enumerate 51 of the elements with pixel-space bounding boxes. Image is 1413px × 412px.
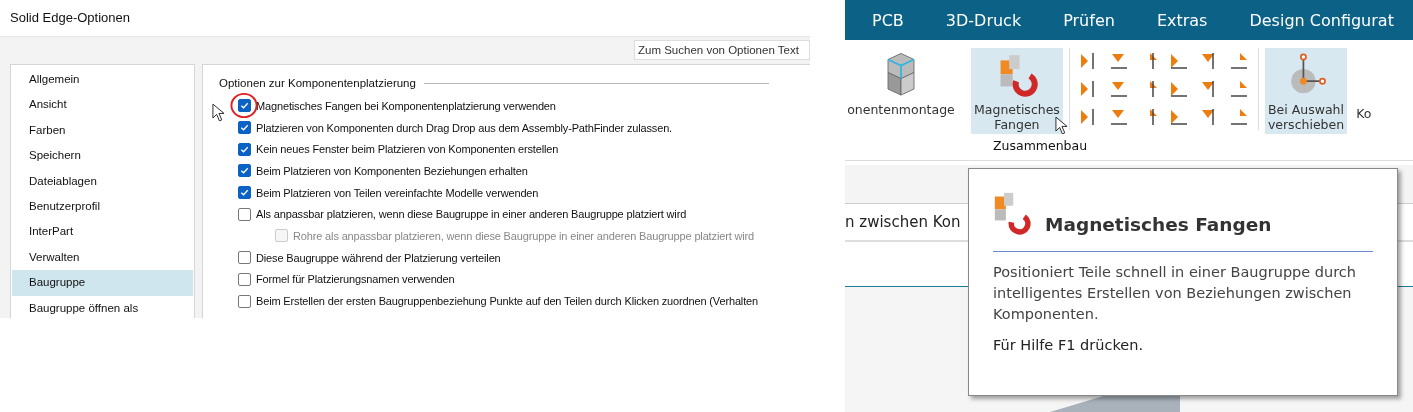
sidebar-item[interactable]: Verwalten xyxy=(12,244,193,271)
checkbox[interactable] xyxy=(238,121,251,135)
ribbon-button[interactable]: onentenmontage xyxy=(841,48,961,134)
option-label: Kein neues Fenster beim Platzieren von Komponenten erstellen xyxy=(256,143,559,156)
group-label: Zusammenbau xyxy=(993,138,1089,153)
sidebar-item[interactable]: Ansicht xyxy=(12,92,193,118)
section-title: Optionen zur Komponentenplatzierung xyxy=(219,77,416,89)
tooltip-help: Für Hilfe F1 drücken. xyxy=(993,337,1144,353)
checkmark-icon xyxy=(239,165,250,177)
checkbox[interactable] xyxy=(238,251,251,265)
ribbon-tab[interactable]: Prüfen xyxy=(1042,10,1136,30)
option-label: Rohre als anpassbar platzieren, wenn diese Baugruppe in einer anderen Baugruppe platziert wird xyxy=(293,229,755,242)
checkmark-icon xyxy=(239,122,250,134)
sidebar-item[interactable]: Farben xyxy=(12,117,193,144)
sidebar-item[interactable]: Allgemein xyxy=(12,67,193,93)
checkbox[interactable] xyxy=(238,186,251,200)
cursor-icon xyxy=(1055,116,1068,135)
sidebar-item[interactable]: Dateiablagen xyxy=(12,168,193,194)
ribbon-button[interactable]: Ko xyxy=(1353,48,1375,134)
sidebar-item[interactable]: Baugruppe öffnen als xyxy=(12,295,193,318)
ribbon-tab[interactable]: Extras xyxy=(1135,10,1229,30)
tooltip-title: Magnetisches Fangen xyxy=(1045,214,1272,237)
checkbox[interactable] xyxy=(238,294,251,308)
option-label: Formel für Platzierungsnamen verwenden xyxy=(256,273,455,286)
checkmark-icon xyxy=(239,100,250,112)
tooltip-description: Positioniert Teile schnell in einer Baugruppe durch intelligentes Erstellen von Beziehungen zwischen Komponenten. xyxy=(993,263,1358,324)
option-label: Als anpassbar platzieren, wenn diese Baugruppe in einer anderen Baugruppe platziert wird xyxy=(256,208,687,221)
option-label: Beim Erstellen der ersten Baugruppenbeziehung Punkte auf den Teilen durch Klicken zuordnen (Verhalten xyxy=(256,295,758,308)
sidebar-item[interactable]: Benutzerprofil xyxy=(12,193,193,220)
option-label: Magnetisches Fangen bei Komponentenplatzierung verwenden xyxy=(256,99,556,112)
ribbon-tab[interactable]: Design Configurat xyxy=(1228,10,1413,30)
prompt-text: n zwischen Kon xyxy=(845,213,961,231)
ribbon-tab[interactable]: PCB xyxy=(851,10,925,30)
option-label: Beim Platzieren von Komponenten Beziehungen erhalten xyxy=(256,164,528,177)
checkbox[interactable] xyxy=(238,272,251,286)
option-label: Diese Baugruppe während der Platzierung verteilen xyxy=(256,251,501,264)
search-field[interactable]: Zum Suchen von Optionen Text xyxy=(634,40,810,60)
cursor-icon xyxy=(212,103,225,123)
ribbon-button[interactable]: Bei Auswahl verschieben xyxy=(1264,48,1348,134)
window-title: Solid Edge-Optionen xyxy=(0,0,810,37)
option-label: Platzieren von Komponenten durch Drag Drop aus dem Assembly-PathFinder zulassen. xyxy=(256,121,672,134)
sidebar-item[interactable]: Baugruppe xyxy=(12,270,193,296)
checkbox[interactable] xyxy=(238,142,251,156)
sidebar-item[interactable]: Speichern xyxy=(12,143,193,169)
checkmark-icon xyxy=(239,187,250,199)
ribbon-tab[interactable]: 3D-Druck xyxy=(924,10,1043,30)
option-label: Beim Platzieren von Teilen vereinfachte Modelle verwenden xyxy=(256,186,539,199)
checkbox[interactable] xyxy=(238,207,251,221)
sidebar-item[interactable]: InterPart xyxy=(12,219,193,245)
checkbox[interactable] xyxy=(238,99,251,113)
checkbox[interactable] xyxy=(238,164,251,178)
